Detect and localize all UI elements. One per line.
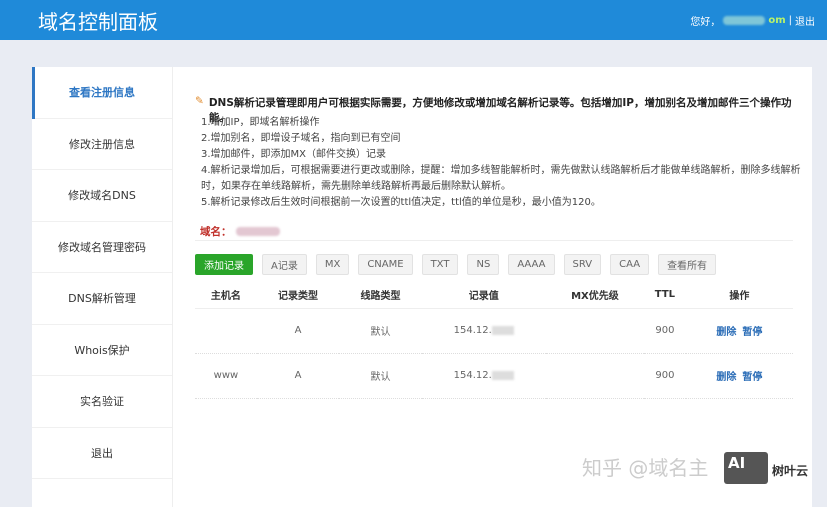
- line: 默认: [339, 308, 422, 354]
- note: 1.增加IP，即域名解析操作: [201, 117, 320, 128]
- main-panel: ✎ DNS解析记录管理即用户可根据实际需要，方便地修改或增加域名解析记录等。包括…: [172, 67, 812, 507]
- col-mx: MX优先级: [545, 282, 645, 309]
- col-ttl: TTL: [644, 282, 686, 309]
- sidebar: 查看注册信息 修改注册信息 修改域名DNS 修改域名管理密码 DNS解析管理 W…: [32, 67, 172, 507]
- mx: [545, 353, 645, 399]
- user-info: 您好， om | 退出: [690, 13, 815, 28]
- add-record-button[interactable]: 添加记录: [195, 254, 253, 275]
- view-all-button[interactable]: 查看所有: [658, 254, 717, 275]
- sidebar-item-whois[interactable]: Whois保护: [32, 325, 172, 376]
- watermark-brand: 树叶云: [772, 464, 809, 478]
- filter-a-button[interactable]: A记录: [262, 254, 307, 275]
- host: www: [195, 353, 257, 399]
- watermark-text: 知乎 @域名主: [582, 456, 709, 480]
- filter-srv-button[interactable]: SRV: [563, 254, 602, 275]
- sidebar-item-verification[interactable]: 实名验证: [32, 376, 172, 428]
- actions: 删除 暂停: [685, 308, 793, 354]
- sidebar-item-logout[interactable]: 退出: [32, 428, 172, 479]
- filter-aaaa-button[interactable]: AAAA: [508, 254, 555, 275]
- col-host: 主机名: [195, 282, 257, 309]
- filter-caa-button[interactable]: CAA: [610, 254, 650, 275]
- actions: 删除 暂停: [685, 353, 793, 399]
- value: 154.12.: [421, 353, 546, 399]
- pause-link[interactable]: 暂停: [742, 372, 762, 383]
- sidebar-item-edit-password[interactable]: 修改域名管理密码: [32, 222, 172, 273]
- type: A: [256, 308, 340, 354]
- ttl: 900: [644, 353, 686, 399]
- col-value: 记录值: [421, 282, 546, 309]
- domain-label-text: 域名：: [200, 226, 232, 238]
- separator: |: [788, 15, 792, 26]
- dns-records-table: 主机名 记录类型 线路类型 记录值 MX优先级 TTL 操作 A 默认 154.…: [195, 282, 793, 399]
- filter-txt-button[interactable]: TXT: [421, 254, 459, 275]
- greeting: 您好，: [690, 17, 721, 28]
- filter-cname-button[interactable]: CNAME: [358, 254, 413, 275]
- username-blur: [723, 16, 766, 25]
- note: 3.增加邮件，即添加MX（邮件交换）记录: [201, 149, 387, 160]
- app-title: 域名控制面板: [38, 10, 158, 34]
- top-header: 域名控制面板 您好， om | 退出: [0, 0, 827, 40]
- note: 5.解析记录修改后生效时间根据前一次设置的ttl值决定，ttl值的单位是秒，最小…: [201, 197, 601, 208]
- value-blur: [491, 325, 514, 335]
- type: A: [256, 353, 340, 399]
- note: 4.解析记录增加后，可根据需要进行更改或删除，提醒：增加多线智能解析时，需先做默…: [201, 165, 801, 192]
- value-text: 154.12.: [453, 370, 492, 381]
- sidebar-item-edit-registration[interactable]: 修改注册信息: [32, 119, 172, 170]
- username: om: [768, 15, 786, 26]
- record-buttons: 添加记录 A记录 MX CNAME TXT NS AAAA SRV CAA 查看…: [195, 254, 717, 275]
- domain-blur: [235, 227, 280, 236]
- col-line: 线路类型: [339, 282, 422, 309]
- value-text: 154.12.: [453, 325, 492, 336]
- value-blur: [491, 370, 514, 380]
- filter-mx-button[interactable]: MX: [315, 254, 350, 275]
- logout-link[interactable]: 退出: [795, 13, 815, 28]
- table-header: 主机名 记录类型 线路类型 记录值 MX优先级 TTL 操作: [195, 282, 793, 309]
- sidebar-item-dns-management[interactable]: DNS解析管理: [32, 273, 172, 325]
- ai-badge-icon: AI: [724, 452, 768, 484]
- pause-link[interactable]: 暂停: [742, 327, 762, 338]
- line: 默认: [339, 353, 422, 399]
- domain-label: 域名：: [200, 224, 280, 239]
- mx: [545, 308, 645, 354]
- col-type: 记录类型: [256, 282, 340, 309]
- table-row: A 默认 154.12. 900 删除 暂停: [195, 308, 793, 354]
- col-actions: 操作: [685, 282, 793, 309]
- delete-link[interactable]: 删除: [716, 327, 736, 338]
- divider: [195, 240, 793, 241]
- sidebar-item-edit-dns[interactable]: 修改域名DNS: [32, 170, 172, 222]
- value: 154.12.: [421, 308, 546, 354]
- delete-link[interactable]: 删除: [716, 372, 736, 383]
- sidebar-item-view-registration[interactable]: 查看注册信息: [32, 67, 172, 119]
- table-row: www A 默认 154.12. 900 删除 暂停: [195, 353, 793, 399]
- notes: 1.增加IP，即域名解析操作 2.增加别名，即增设子域名，指向到已有空间 3.增…: [201, 115, 801, 211]
- filter-ns-button[interactable]: NS: [467, 254, 500, 275]
- ttl: 900: [644, 308, 686, 354]
- host: [195, 308, 257, 354]
- note: 2.增加别名，即增设子域名，指向到已有空间: [201, 133, 401, 144]
